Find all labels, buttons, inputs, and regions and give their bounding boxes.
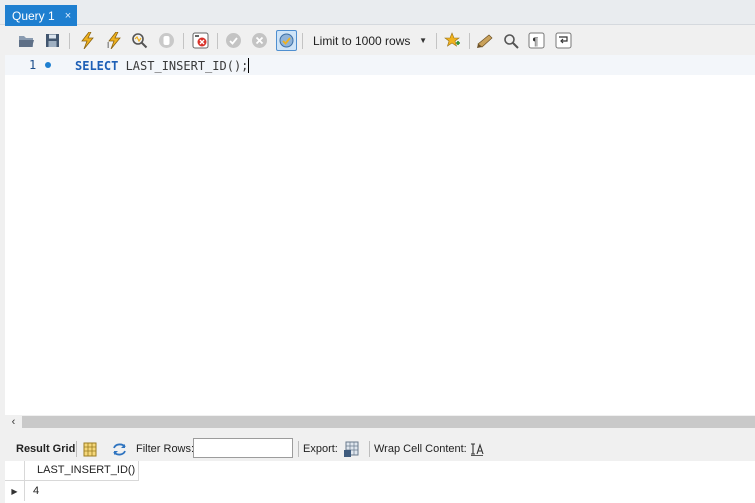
limit-rows-label: Limit to 1000 rows bbox=[313, 33, 411, 48]
beautify-icon[interactable] bbox=[474, 30, 495, 51]
result-grid-tab[interactable]: Result Grid bbox=[16, 443, 75, 455]
wrap-icon[interactable] bbox=[553, 30, 574, 51]
grid-corner bbox=[5, 461, 25, 481]
svg-text:I: I bbox=[107, 41, 109, 49]
sql-expression: LAST_INSERT_ID(); bbox=[118, 59, 249, 73]
result-toolbar: Result Grid Filter Rows: Export: Wrap Ce… bbox=[5, 437, 755, 461]
chevron-down-icon: ▼ bbox=[419, 36, 427, 45]
wrap-cell-icon[interactable] bbox=[468, 440, 486, 458]
line-number: 1 bbox=[29, 58, 37, 72]
explain-icon[interactable] bbox=[129, 30, 150, 51]
sql-editor[interactable]: 1 SELECT LAST_INSERT_ID(); bbox=[5, 55, 755, 415]
table-row[interactable]: ▶ 4 bbox=[5, 481, 755, 501]
table-cell[interactable]: 4 bbox=[25, 481, 139, 501]
execute-icon[interactable] bbox=[76, 30, 97, 51]
scroll-left-icon[interactable]: ‹ bbox=[5, 415, 22, 429]
wrap-cell-content-label: Wrap Cell Content: bbox=[374, 443, 467, 455]
statement-marker-icon bbox=[45, 62, 51, 68]
grid-header: LAST_INSERT_ID() bbox=[5, 461, 755, 481]
svg-text:¶: ¶ bbox=[533, 36, 539, 48]
sql-statement[interactable]: SELECT LAST_INSERT_ID(); bbox=[75, 58, 250, 73]
export-label: Export: bbox=[303, 443, 338, 455]
rollback-icon[interactable] bbox=[249, 30, 270, 51]
column-header[interactable]: LAST_INSERT_ID() bbox=[25, 461, 139, 481]
stop-icon[interactable] bbox=[156, 30, 177, 51]
sql-keyword: SELECT bbox=[75, 59, 119, 73]
query-toolbar: I Limit to 1000 rows ▼ ¶ bbox=[5, 27, 755, 55]
invisible-chars-icon[interactable]: ¶ bbox=[526, 30, 547, 51]
row-pointer-icon: ▶ bbox=[5, 481, 25, 501]
refresh-icon[interactable] bbox=[110, 440, 128, 458]
tab-query-1[interactable]: Query 1 × bbox=[5, 5, 77, 26]
text-caret bbox=[248, 58, 250, 73]
toggle-error-icon[interactable] bbox=[190, 30, 211, 51]
result-grid: LAST_INSERT_ID() ▶ 4 bbox=[5, 461, 755, 503]
limit-rows-select[interactable]: Limit to 1000 rows ▼ bbox=[307, 31, 433, 50]
tab-title: Query 1 bbox=[12, 8, 55, 23]
filter-rows-input[interactable] bbox=[193, 438, 293, 458]
editor-line: 1 SELECT LAST_INSERT_ID(); bbox=[5, 55, 755, 75]
open-folder-icon[interactable] bbox=[16, 30, 37, 51]
tab-strip: Query 1 × bbox=[0, 0, 755, 26]
commit-icon[interactable] bbox=[223, 30, 244, 51]
close-tab-icon[interactable]: × bbox=[65, 10, 71, 22]
filter-rows-label: Filter Rows: bbox=[136, 443, 195, 455]
grid-layout-icon[interactable] bbox=[81, 440, 99, 458]
execute-current-icon[interactable]: I bbox=[103, 30, 124, 51]
autocommit-icon[interactable] bbox=[276, 30, 297, 51]
bookmark-icon[interactable] bbox=[442, 30, 463, 51]
editor-horizontal-scrollbar[interactable]: ‹ bbox=[5, 415, 755, 429]
scrollbar-thumb[interactable] bbox=[22, 416, 755, 428]
find-icon[interactable] bbox=[500, 30, 521, 51]
save-icon[interactable] bbox=[42, 30, 63, 51]
export-icon[interactable] bbox=[342, 440, 360, 458]
